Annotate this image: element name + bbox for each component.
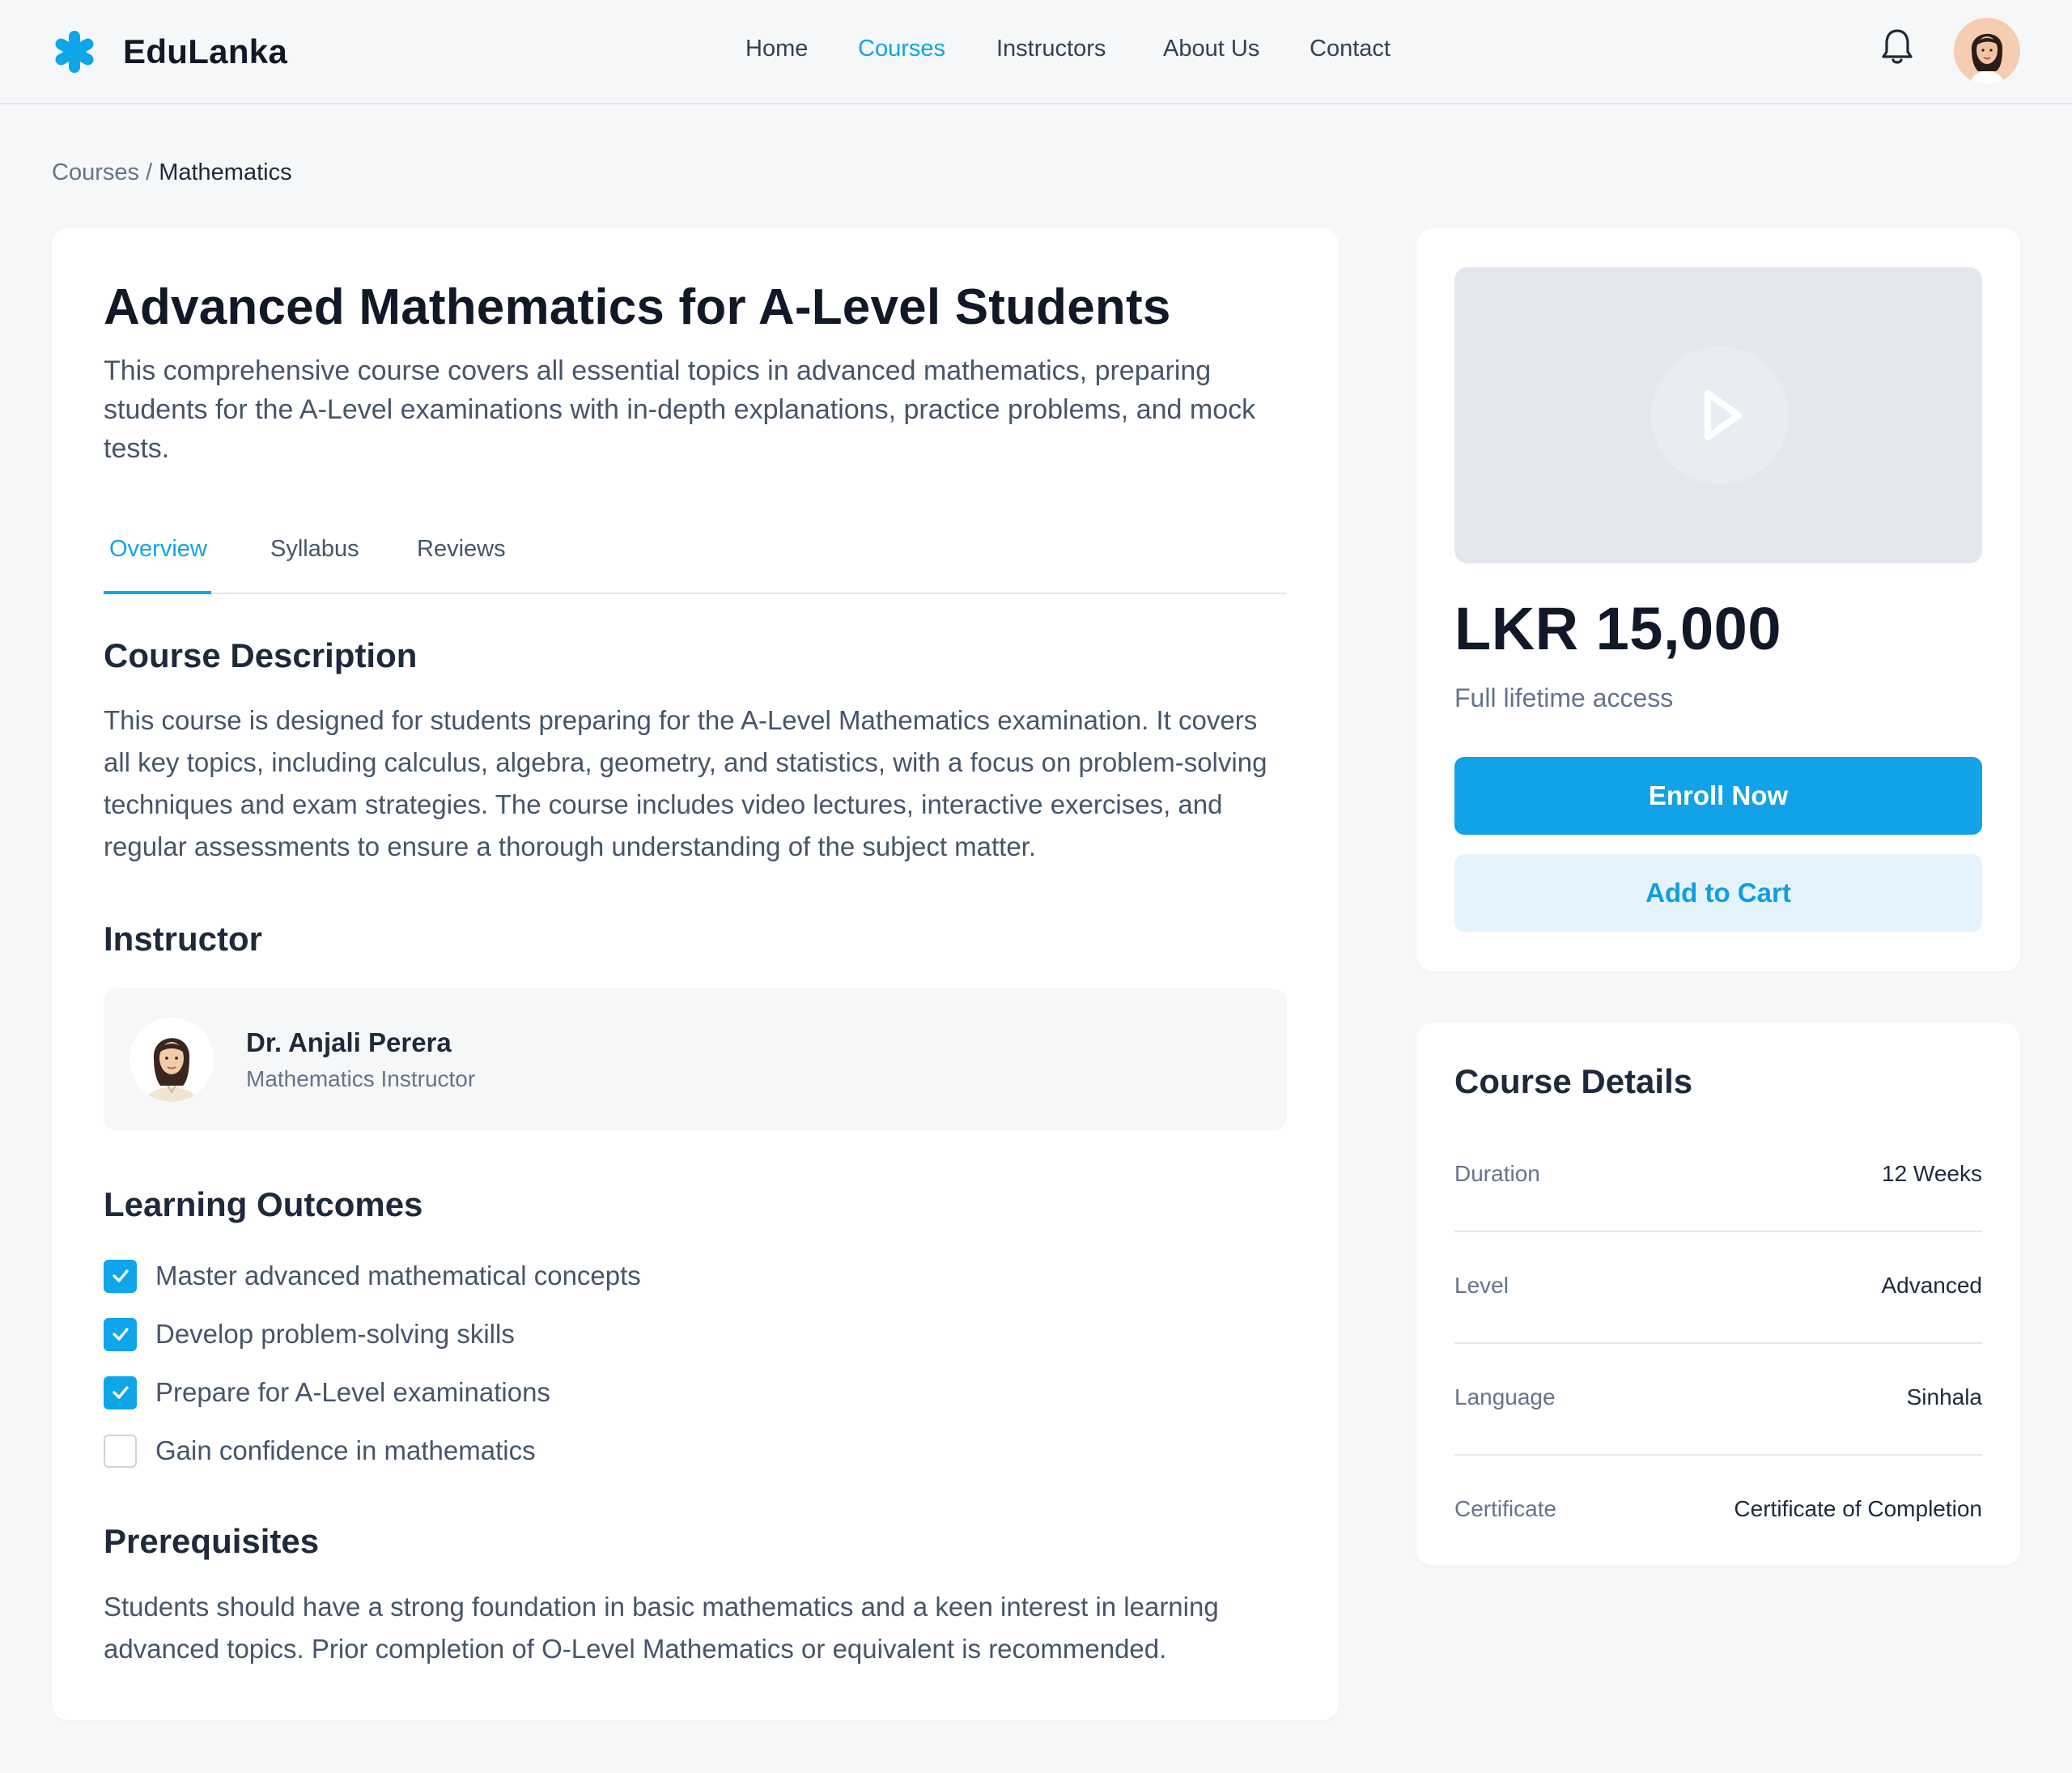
checkbox-checked[interactable] (104, 1259, 137, 1293)
user-avatar-image (1954, 18, 2020, 84)
breadcrumb-separator: / (146, 159, 153, 185)
access-note: Full lifetime access (1454, 683, 1674, 712)
breadcrumb-current: Mathematics (159, 159, 292, 185)
instructor-role: Mathematics Instructor (246, 1066, 476, 1091)
detail-row-level: Level Advanced (1454, 1232, 1982, 1344)
enroll-now-button[interactable]: Enroll Now (1454, 757, 1982, 835)
course-details-card: Course Details Duration 12 Weeks Level A… (1416, 1023, 2020, 1566)
prerequisites-heading: Prerequisites (104, 1522, 320, 1560)
detail-value: 12 Weeks (1882, 1161, 1982, 1186)
course-tabs: Overview Syllabus Reviews (104, 528, 1287, 594)
nav-item-instructors[interactable]: Instructors (996, 36, 1106, 62)
check-icon (112, 1269, 129, 1282)
detail-key: Certificate (1454, 1496, 1557, 1521)
play-icon (1705, 390, 1742, 440)
detail-key: Language (1454, 1384, 1556, 1409)
prerequisites-text: Students should have a strong foundation… (104, 1592, 1219, 1664)
outcome-label: Gain confidence in mathematics (155, 1435, 536, 1465)
outcome-item: Gain confidence in mathematics (104, 1434, 536, 1468)
tab-reviews[interactable]: Reviews (411, 536, 512, 594)
pricing-card: LKR 15,000 Full lifetime access Enroll N… (1416, 228, 2020, 972)
detail-key: Duration (1454, 1161, 1540, 1186)
course-price: LKR 15,000 (1454, 595, 1781, 662)
outcome-item: Develop problem-solving skills (104, 1317, 515, 1351)
add-to-cart-button[interactable]: Add to Cart (1454, 854, 1982, 932)
nav-item-courses[interactable]: Courses (858, 36, 945, 62)
checkbox-checked[interactable] (104, 1375, 137, 1409)
outcome-item: Prepare for A-Level examinations (104, 1375, 550, 1409)
detail-key: Level (1454, 1273, 1509, 1298)
detail-row-duration: Duration 12 Weeks (1454, 1120, 1982, 1232)
play-button[interactable] (1651, 347, 1789, 484)
bell-icon[interactable] (1879, 28, 1915, 66)
check-icon (112, 1328, 129, 1341)
course-details-heading: Course Details (1454, 1062, 1693, 1100)
detail-row-certificate: Certificate Certificate of Completion (1454, 1456, 1982, 1567)
top-navigation-bar: EduLanka Home Courses Instructors About … (0, 0, 2072, 104)
outcome-item: Master advanced mathematical concepts (104, 1259, 641, 1293)
nav-item-contact[interactable]: Contact (1310, 36, 1391, 62)
detail-value: Sinhala (1906, 1384, 1982, 1409)
outcome-label: Master advanced mathematical concepts (155, 1261, 641, 1290)
detail-row-language: Language Sinhala (1454, 1344, 1982, 1456)
detail-value: Certificate of Completion (1734, 1496, 1982, 1521)
breadcrumb-courses-link[interactable]: Courses (52, 159, 139, 185)
nav-item-about-us[interactable]: About Us (1163, 36, 1259, 62)
tab-overview[interactable]: Overview (104, 536, 211, 594)
course-description-text: This course is designed for students pre… (104, 705, 1267, 861)
user-avatar[interactable] (1954, 18, 2020, 84)
detail-value: Advanced (1881, 1273, 1982, 1298)
course-title: Advanced Mathematics for A-Level Student… (104, 279, 1171, 335)
nav-item-home[interactable]: Home (745, 36, 808, 62)
instructor-card[interactable]: Dr. Anjali Perera Mathematics Instructor (104, 989, 1287, 1130)
breadcrumb: Courses / Mathematics (52, 159, 292, 186)
main-nav: Home Courses Instructors About Us Contac… (0, 36, 2072, 68)
outcome-label: Develop problem-solving skills (155, 1319, 515, 1349)
outcome-label: Prepare for A-Level examinations (155, 1377, 550, 1407)
checkbox-unchecked[interactable] (104, 1434, 137, 1468)
instructor-heading: Instructor (104, 920, 263, 958)
check-icon (112, 1386, 129, 1399)
learning-outcomes-heading: Learning Outcomes (104, 1185, 423, 1223)
course-summary: This comprehensive course covers all ess… (104, 355, 1256, 464)
course-description-heading: Course Description (104, 636, 418, 674)
tab-syllabus[interactable]: Syllabus (265, 536, 365, 594)
checkbox-checked[interactable] (104, 1317, 137, 1351)
course-preview-video[interactable] (1454, 267, 1982, 563)
course-main-card: Advanced Mathematics for A-Level Student… (52, 228, 1339, 1720)
instructor-avatar (130, 1018, 214, 1102)
instructor-name: Dr. Anjali Perera (246, 1027, 452, 1057)
